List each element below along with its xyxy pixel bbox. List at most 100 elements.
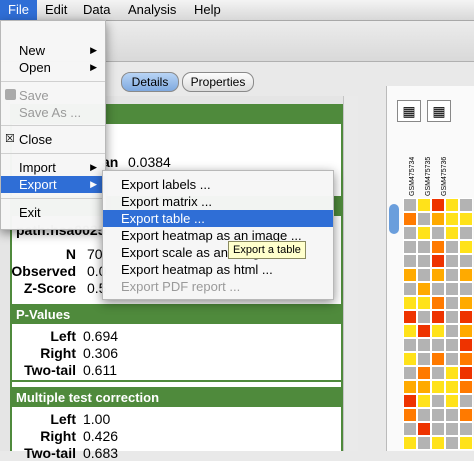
heatmap-cell[interactable] [403,226,417,240]
details-scrollbar[interactable] [343,96,358,451]
heatmap-cell[interactable] [445,436,459,450]
heatmap-cell[interactable] [417,212,431,226]
heatmap-cell[interactable] [403,380,417,394]
heatmap-cell[interactable] [431,268,445,282]
menu-analysis[interactable]: Analysis [120,0,184,20]
heatmap-cell[interactable] [417,268,431,282]
heatmap-cell[interactable] [417,380,431,394]
heatmap-cell[interactable] [431,366,445,380]
menu-item-save[interactable]: Save [1,87,105,104]
grid-icon[interactable]: ▦ [397,100,421,122]
menu-item-export[interactable]: Export ▶ [1,176,105,193]
heatmap-cell[interactable] [417,226,431,240]
heatmap-cell[interactable] [431,324,445,338]
heatmap-cell[interactable] [417,352,431,366]
heatmap-cell[interactable] [403,352,417,366]
heatmap-cell[interactable] [403,338,417,352]
heatmap-cell[interactable] [459,310,473,324]
menu-item-export-matrix[interactable]: Export matrix ... [103,193,333,210]
menu-file[interactable]: File [0,0,37,20]
heatmap-cell[interactable] [431,436,445,450]
heatmap-cell[interactable] [445,198,459,212]
heatmap-cell[interactable] [445,380,459,394]
heatmap-cell[interactable] [431,338,445,352]
heatmap-cell[interactable] [417,422,431,436]
menu-item-close[interactable]: ☒ Close [1,131,105,148]
heatmap-cell[interactable] [403,422,417,436]
heatmap-cell[interactable] [459,436,473,450]
menu-item-save-as[interactable]: Save As ... [1,104,105,121]
heatmap-cell[interactable] [417,366,431,380]
heatmap-cell[interactable] [459,282,473,296]
heatmap-cell[interactable] [459,254,473,268]
heatmap-cell[interactable] [431,296,445,310]
heatmap-cell[interactable] [445,240,459,254]
tab-properties[interactable]: Properties [182,72,254,92]
heatmap-cell[interactable] [445,324,459,338]
heatmap-cell[interactable] [445,394,459,408]
heatmap-cell[interactable] [459,226,473,240]
heatmap-cell[interactable] [417,324,431,338]
heatmap-cell[interactable] [403,268,417,282]
grid-icon[interactable]: ▦ [427,100,451,122]
menu-edit[interactable]: Edit [37,0,75,20]
heatmap-cell[interactable] [459,240,473,254]
menu-item-export-pdf-report[interactable]: Export PDF report ... [103,278,333,295]
heatmap-cell[interactable] [403,282,417,296]
heatmap-cell[interactable] [459,366,473,380]
heatmap-cell[interactable] [431,212,445,226]
heatmap-cell[interactable] [431,352,445,366]
heatmap-cell[interactable] [459,394,473,408]
heatmap-cell[interactable] [445,226,459,240]
heatmap-cell[interactable] [459,422,473,436]
heatmap-cell[interactable] [445,212,459,226]
heatmap-cell[interactable] [431,422,445,436]
heatmap-cell[interactable] [445,254,459,268]
heatmap-cell[interactable] [445,408,459,422]
heatmap-cell[interactable] [459,296,473,310]
heatmap-scroll-handle[interactable] [389,204,399,234]
heatmap-cell[interactable] [459,352,473,366]
heatmap-cell[interactable] [403,324,417,338]
heatmap-cell[interactable] [403,394,417,408]
heatmap-cell[interactable] [417,282,431,296]
menu-item-import[interactable]: Import ▶ [1,159,105,176]
menu-data[interactable]: Data [75,0,118,20]
heatmap-cell[interactable] [431,408,445,422]
heatmap-cell[interactable] [445,352,459,366]
heatmap-cell[interactable] [417,338,431,352]
heatmap-cell[interactable] [417,240,431,254]
heatmap-cell[interactable] [403,212,417,226]
menu-help[interactable]: Help [186,0,229,20]
heatmap-cell[interactable] [403,436,417,450]
menu-item-new[interactable]: New ▶ [1,42,105,59]
heatmap-cell[interactable] [459,212,473,226]
heatmap-cell[interactable] [403,366,417,380]
heatmap-cell[interactable] [431,282,445,296]
heatmap-cell[interactable] [403,240,417,254]
heatmap-cell[interactable] [417,296,431,310]
heatmap-cell[interactable] [445,310,459,324]
heatmap-cell[interactable] [431,310,445,324]
heatmap-cell[interactable] [445,366,459,380]
menu-item-open[interactable]: Open ▶ [1,59,105,76]
heatmap-cell[interactable] [459,380,473,394]
heatmap-cell[interactable] [417,436,431,450]
heatmap-cell[interactable] [431,240,445,254]
tab-details[interactable]: Details [121,72,179,92]
heatmap-cell[interactable] [459,198,473,212]
heatmap-cell[interactable] [445,422,459,436]
heatmap-cell[interactable] [403,408,417,422]
heatmap-cell[interactable] [417,394,431,408]
menu-item-export-table[interactable]: Export table ... [103,210,333,227]
heatmap-cell[interactable] [445,268,459,282]
heatmap-cell[interactable] [417,408,431,422]
heatmap-cell[interactable] [403,198,417,212]
heatmap-cell[interactable] [403,254,417,268]
heatmap-cell[interactable] [459,338,473,352]
heatmap-cell[interactable] [403,296,417,310]
heatmap-cell[interactable] [403,310,417,324]
heatmap-cell[interactable] [459,324,473,338]
heatmap-cell[interactable] [459,268,473,282]
heatmap-cell[interactable] [445,282,459,296]
